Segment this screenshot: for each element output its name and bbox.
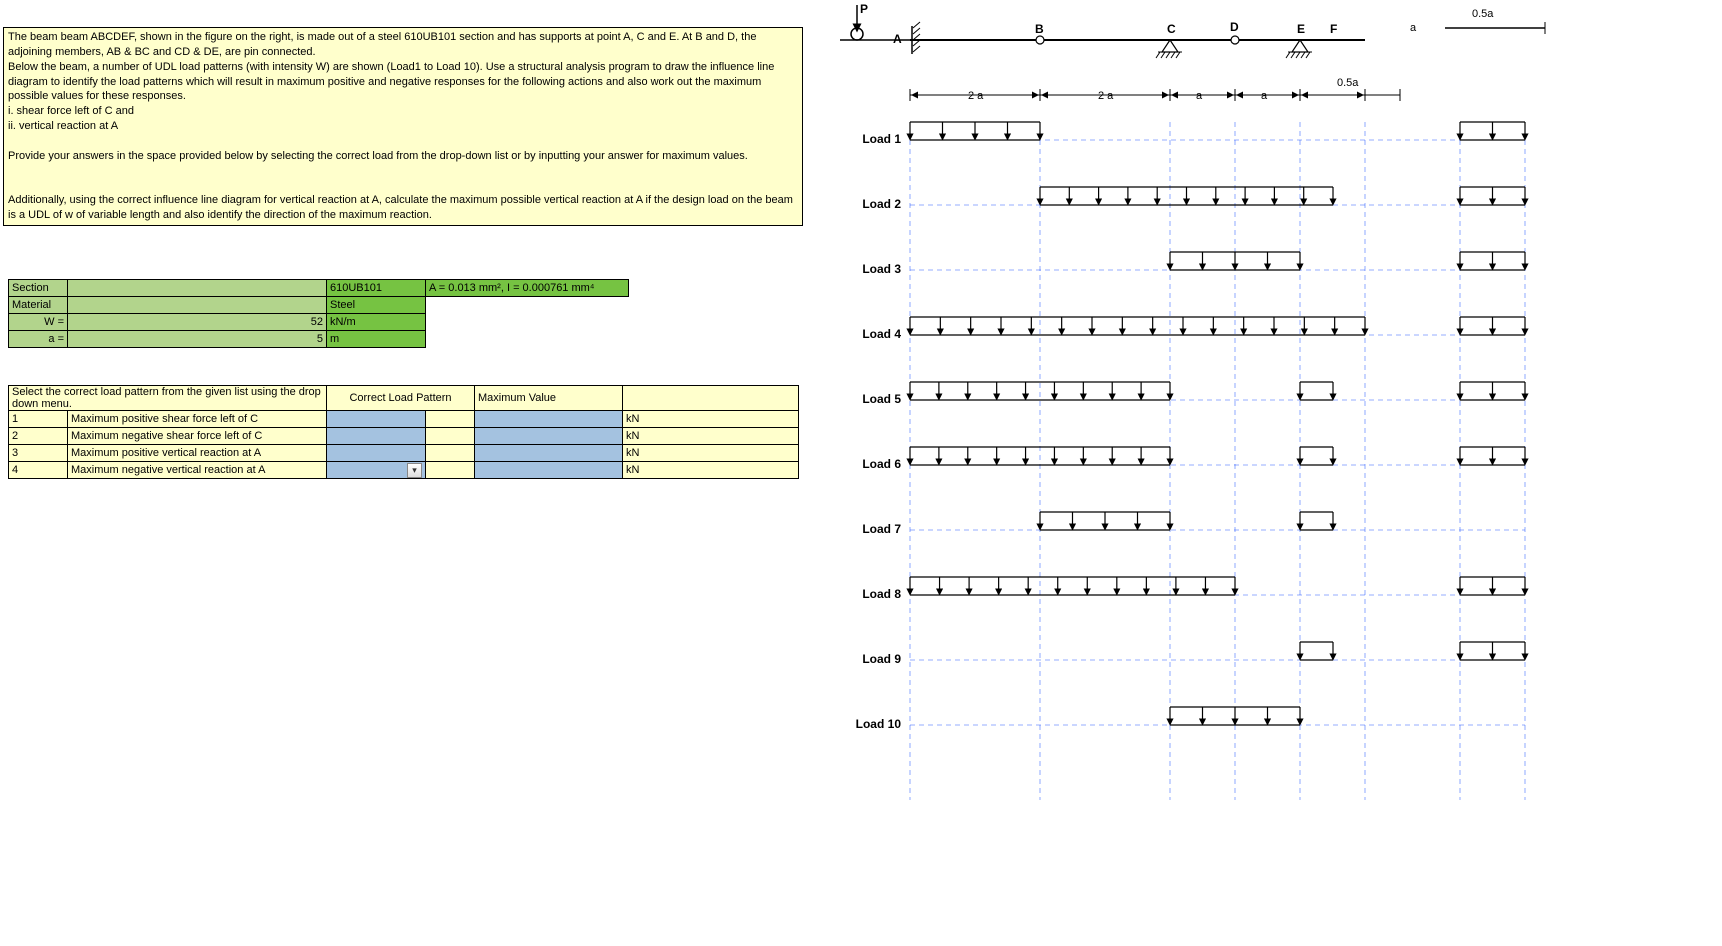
- row-spacer: [426, 462, 475, 479]
- problem-p1: The beam beam ABCDEF, shown in the figur…: [8, 31, 756, 58]
- row-index: 1: [9, 411, 68, 428]
- problem-statement: The beam beam ABCDEF, shown in the figur…: [3, 27, 803, 226]
- chevron-down-icon[interactable]: ▾: [407, 463, 422, 478]
- section-extra: A = 0.013 mm², I = 0.000761 mm⁴: [426, 280, 629, 297]
- row-index: 2: [9, 428, 68, 445]
- material-value: Steel: [327, 297, 426, 314]
- section-value: 610UB101: [327, 280, 426, 297]
- section-label: Section: [9, 280, 68, 297]
- row-desc: Maximum negative vertical reaction at A: [68, 462, 327, 479]
- load-label: Load 3: [846, 262, 901, 276]
- load-label: Load 6: [846, 457, 901, 471]
- load-pattern-dropdown[interactable]: [327, 445, 426, 462]
- answer-table: Select the correct load pattern from the…: [8, 385, 799, 479]
- row-spacer: [426, 411, 475, 428]
- params-table: Section 610UB101 A = 0.013 mm², I = 0.00…: [8, 279, 629, 348]
- load-pattern-dropdown[interactable]: ▾: [327, 462, 426, 479]
- load-label: Load 9: [846, 652, 901, 666]
- problem-p4: Additionally, using the correct influenc…: [8, 194, 793, 221]
- material-blank: [68, 297, 327, 314]
- max-value-input[interactable]: [475, 411, 623, 428]
- answer-instruction: Select the correct load pattern from the…: [9, 386, 327, 411]
- row-desc: Maximum positive shear force left of C: [68, 411, 327, 428]
- max-value-input[interactable]: [475, 445, 623, 462]
- col-pattern-header: Correct Load Pattern: [327, 386, 475, 411]
- w-unit: kN/m: [327, 314, 426, 331]
- beam-diagram: P 0.5a A B C D E F a 2 a 2 a a a 0.5a Lo…: [840, 0, 1720, 940]
- load-label: Load 2: [846, 197, 901, 211]
- load-label: Load 8: [846, 587, 901, 601]
- problem-p2: Below the beam, a number of UDL load pat…: [8, 61, 774, 103]
- answer-row: 1Maximum positive shear force left of C k…: [9, 411, 799, 428]
- row-spacer: [426, 428, 475, 445]
- row-unit: kN: [623, 428, 799, 445]
- load-label: Load 7: [846, 522, 901, 536]
- load-pattern-dropdown[interactable]: [327, 411, 426, 428]
- row-desc: Maximum positive vertical reaction at A: [68, 445, 327, 462]
- load-pattern-dropdown[interactable]: [327, 428, 426, 445]
- section-blank: [68, 280, 327, 297]
- a-unit: m: [327, 331, 426, 348]
- problem-p3: Provide your answers in the space provid…: [8, 150, 748, 162]
- row-index: 4: [9, 462, 68, 479]
- row-unit: kN: [623, 462, 799, 479]
- w-value: 52: [68, 314, 327, 331]
- row-unit: kN: [623, 411, 799, 428]
- max-value-input[interactable]: [475, 462, 623, 479]
- col-max-header: Maximum Value: [475, 386, 623, 411]
- load-label: Load 5: [846, 392, 901, 406]
- max-value-input[interactable]: [475, 428, 623, 445]
- row-spacer: [426, 445, 475, 462]
- blank-header: [623, 386, 799, 411]
- material-label: Material: [9, 297, 68, 314]
- w-label: W =: [9, 314, 68, 331]
- a-label: a =: [9, 331, 68, 348]
- load-label: Load 10: [846, 717, 901, 731]
- problem-i1: i. shear force left of C and: [8, 105, 134, 117]
- diagram-svg: [840, 0, 1720, 940]
- row-unit: kN: [623, 445, 799, 462]
- row-index: 3: [9, 445, 68, 462]
- answer-row: 2Maximum negative shear force left of C k…: [9, 428, 799, 445]
- load-label: Load 4: [846, 327, 901, 341]
- load-label: Load 1: [846, 132, 901, 146]
- answer-row: 4Maximum negative vertical reaction at A…: [9, 462, 799, 479]
- row-desc: Maximum negative shear force left of C: [68, 428, 327, 445]
- problem-i2: ii. vertical reaction at A: [8, 120, 118, 132]
- answer-row: 3Maximum positive vertical reaction at A…: [9, 445, 799, 462]
- a-value: 5: [68, 331, 327, 348]
